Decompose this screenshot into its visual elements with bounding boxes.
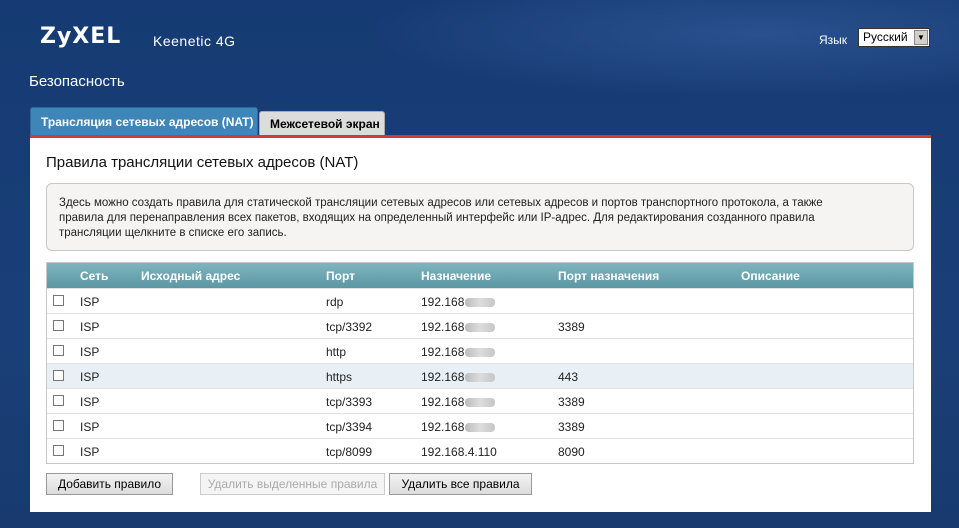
row-checkbox[interactable]: [53, 420, 64, 431]
cell-port: tcp/8099: [326, 445, 373, 459]
column-source: Исходный адрес: [141, 269, 241, 283]
cell-port: rdp: [326, 295, 344, 309]
row-checkbox[interactable]: [53, 445, 64, 456]
cell-destination: 192.168.4.110: [421, 445, 497, 459]
tab-firewall[interactable]: Межсетевой экран: [259, 111, 385, 136]
nat-panel: Правила трансляции сетевых адресов (NAT)…: [30, 138, 931, 512]
cell-network: ISP: [80, 370, 100, 384]
cell-destination: 192.168: [421, 395, 496, 409]
cell-dest-port: 8090: [558, 445, 585, 459]
column-description: Описание: [741, 269, 800, 283]
cell-port: http: [326, 345, 347, 359]
masked-address: [465, 373, 496, 383]
table-row[interactable]: ISP tcp/3394 192.168 3389: [47, 413, 913, 438]
nat-rules-table: Сеть Исходный адрес Порт Назначение Порт…: [46, 262, 914, 464]
cell-port: https: [326, 370, 353, 384]
table-row[interactable]: ISP https 192.168 443: [47, 363, 913, 388]
row-checkbox[interactable]: [53, 295, 64, 306]
masked-address: [465, 398, 496, 408]
cell-port: tcp/3393: [326, 395, 373, 409]
cell-destination: 192.168: [421, 345, 496, 359]
table-row[interactable]: ISP tcp/3393 192.168 3389: [47, 388, 913, 413]
row-checkbox[interactable]: [53, 320, 64, 331]
cell-network: ISP: [80, 320, 100, 334]
column-dest-port: Порт назначения: [558, 269, 660, 283]
destination-text: 192.168: [421, 420, 465, 434]
masked-address: [465, 423, 496, 433]
cell-dest-port: 443: [558, 370, 579, 384]
tab-nat[interactable]: Трансляция сетевых адресов (NAT): [30, 107, 258, 136]
cell-port: tcp/3394: [326, 420, 373, 434]
info-line: трансляции щелкните в списке его запись.: [59, 227, 287, 239]
destination-text: 192.168: [421, 370, 465, 384]
add-rule-button[interactable]: Добавить правило: [46, 473, 173, 495]
model-name: Keenetic 4G: [153, 33, 236, 49]
column-port: Порт: [326, 269, 356, 283]
cell-network: ISP: [80, 445, 100, 459]
cell-port: tcp/3392: [326, 320, 373, 334]
section-title: Безопасность: [29, 73, 125, 90]
cell-network: ISP: [80, 395, 100, 409]
cell-network: ISP: [80, 295, 100, 309]
table-row[interactable]: ISP tcp/3392 192.168 3389: [47, 313, 913, 338]
delete-selected-button[interactable]: Удалить выделенные правила: [200, 473, 385, 495]
destination-text: 192.168: [421, 395, 465, 409]
cell-network: ISP: [80, 420, 100, 434]
cell-destination: 192.168: [421, 370, 496, 384]
info-box: Здесь можно создать правила для статичес…: [46, 183, 914, 251]
cell-dest-port: 3389: [558, 420, 585, 434]
delete-all-button[interactable]: Удалить все правила: [389, 473, 532, 495]
panel-title: Правила трансляции сетевых адресов (NAT): [46, 154, 359, 171]
language-value: Русский: [863, 30, 908, 44]
row-checkbox[interactable]: [53, 370, 64, 381]
column-destination: Назначение: [421, 269, 492, 283]
table-row[interactable]: ISP rdp 192.168: [47, 288, 913, 313]
logo: ZyXEL: [40, 24, 122, 49]
destination-text: 192.168: [421, 345, 465, 359]
dropdown-arrow-icon[interactable]: ▼: [914, 30, 928, 45]
table-header: Сеть Исходный адрес Порт Назначение Порт…: [47, 263, 913, 288]
info-line: Здесь можно создать правила для статичес…: [59, 197, 823, 209]
language-select[interactable]: Русский ▼: [858, 28, 930, 47]
masked-address: [465, 298, 496, 308]
language-label: Язык: [819, 33, 848, 47]
destination-text: 192.168: [421, 295, 465, 309]
row-checkbox[interactable]: [53, 345, 64, 356]
masked-address: [465, 348, 496, 358]
column-network: Сеть: [80, 269, 109, 283]
cell-dest-port: 3389: [558, 395, 585, 409]
table-row[interactable]: ISP tcp/8099 192.168.4.110 8090: [47, 438, 913, 463]
destination-text: 192.168: [421, 320, 465, 334]
info-line: правила для перенаправления всех пакетов…: [59, 212, 815, 224]
cell-destination: 192.168: [421, 420, 496, 434]
cell-dest-port: 3389: [558, 320, 585, 334]
row-checkbox[interactable]: [53, 395, 64, 406]
cell-network: ISP: [80, 345, 100, 359]
table-row[interactable]: ISP http 192.168: [47, 338, 913, 363]
cell-destination: 192.168: [421, 295, 496, 309]
masked-address: [465, 323, 496, 333]
cell-destination: 192.168: [421, 320, 496, 334]
